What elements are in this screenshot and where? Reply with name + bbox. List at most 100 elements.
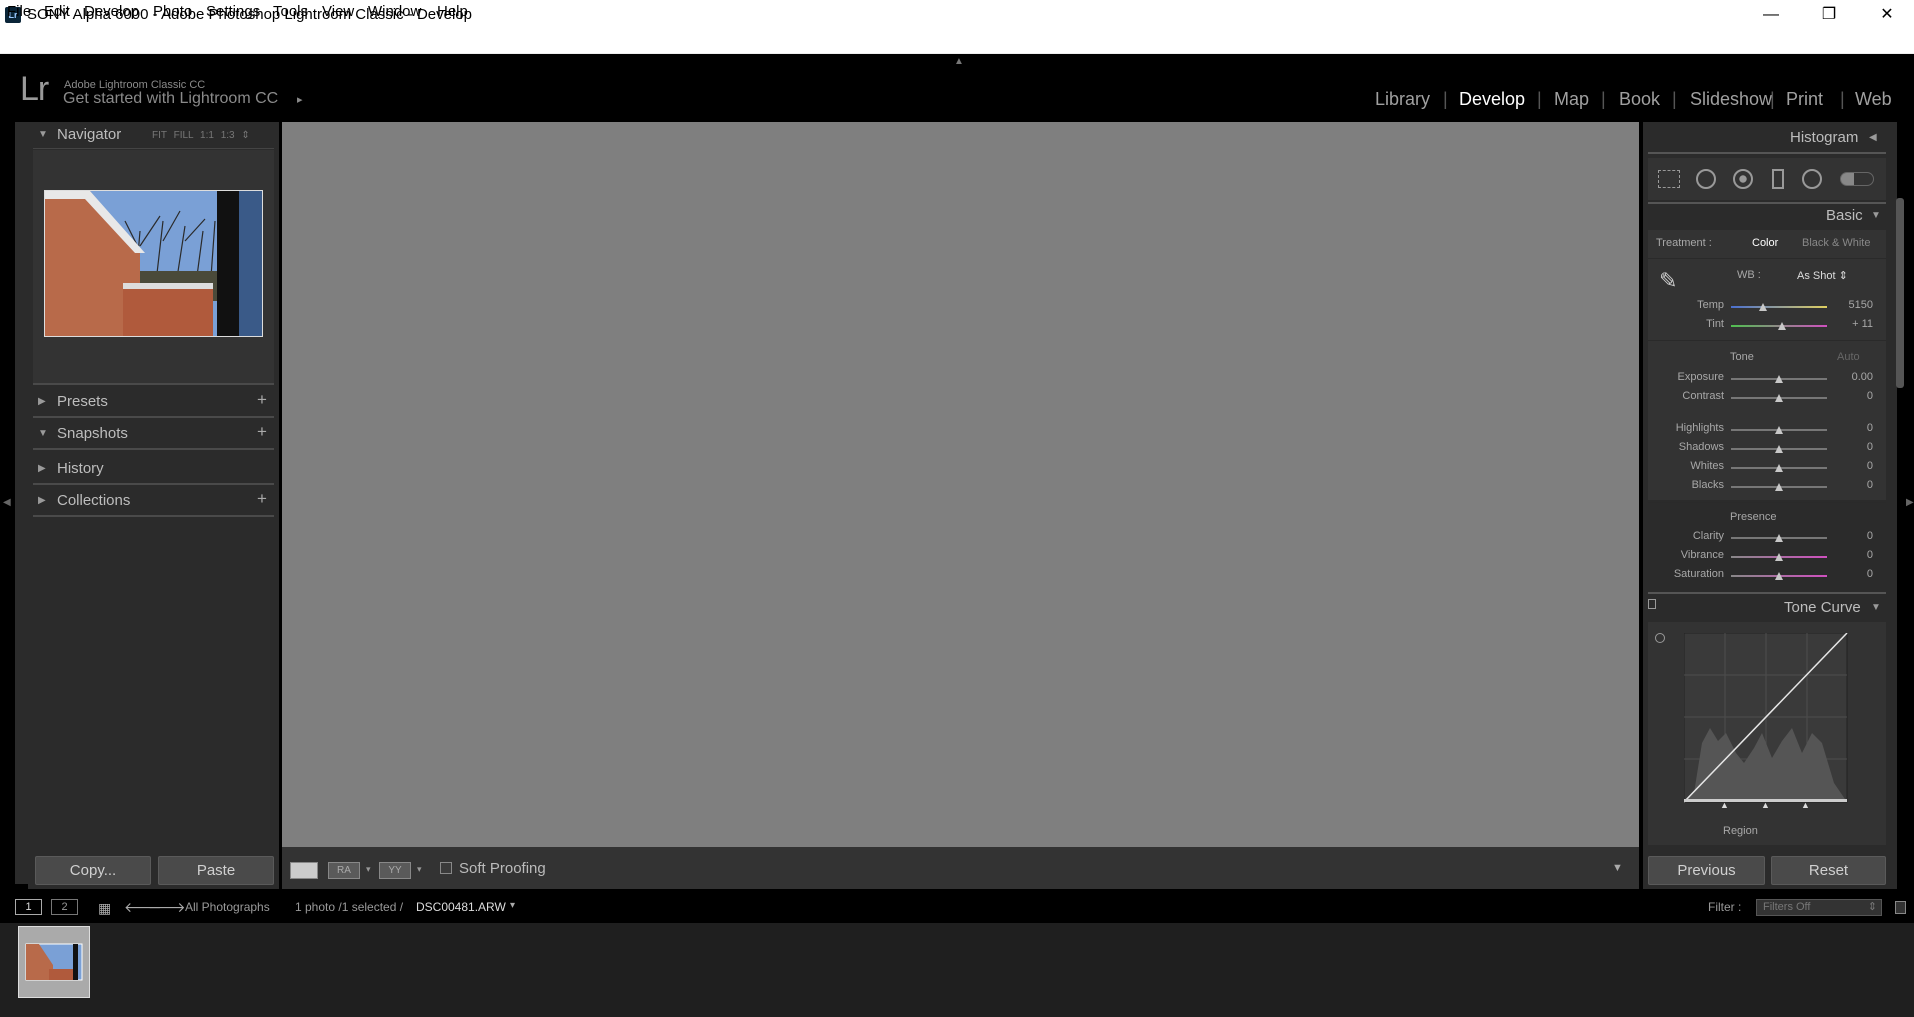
slider-value-highlights[interactable]: 0 xyxy=(1833,422,1873,434)
paste-settings-button[interactable]: Paste xyxy=(158,856,274,885)
module-print[interactable]: Print xyxy=(1786,89,1823,110)
presets-expand-icon[interactable]: ▶ xyxy=(38,396,46,407)
tone-curve-toggle-switch[interactable] xyxy=(1648,599,1656,609)
filmstrip-source[interactable]: All Photographs xyxy=(185,900,270,914)
module-web[interactable]: Web xyxy=(1855,89,1892,110)
menu-tools[interactable]: Tools xyxy=(273,3,308,20)
slider-handle-saturation[interactable] xyxy=(1775,572,1783,580)
slider-value-tint[interactable]: + 11 xyxy=(1833,318,1873,330)
collections-title[interactable]: Collections xyxy=(57,492,130,524)
selected-filename[interactable]: DSC00481.ARW xyxy=(416,900,506,914)
curve-split-handle-shadows[interactable]: ▲ xyxy=(1720,800,1729,810)
tone-curve-title[interactable]: Tone Curve xyxy=(1784,599,1861,616)
get-started-link[interactable]: Get started with Lightroom CC xyxy=(63,90,278,108)
treatment-bw-option[interactable]: Black & White xyxy=(1802,237,1870,249)
auto-tone-button[interactable]: Auto xyxy=(1837,351,1860,363)
filmstrip-thumbnail[interactable] xyxy=(18,926,90,998)
history-expand-icon[interactable]: ▶ xyxy=(38,463,46,474)
soft-proofing-checkbox[interactable] xyxy=(440,862,452,874)
wb-preset-select[interactable]: As Shot ⇕ xyxy=(1797,269,1848,282)
grid-view-icon[interactable]: ▦ xyxy=(98,900,111,917)
adjustment-brush-icon[interactable] xyxy=(1840,172,1874,186)
get-started-arrow-icon[interactable]: ▸ xyxy=(297,93,303,106)
copy-settings-button[interactable]: Copy... xyxy=(35,856,151,885)
loupe-view-icon[interactable] xyxy=(290,862,318,879)
filter-select[interactable]: Filters Off ⇕ xyxy=(1756,899,1882,916)
module-map[interactable]: Map xyxy=(1554,89,1589,110)
slider-value-contrast[interactable]: 0 xyxy=(1833,390,1873,402)
menu-settings[interactable]: Settings xyxy=(206,3,260,20)
slider-value-blacks[interactable]: 0 xyxy=(1833,479,1873,491)
left-panel-toggle-icon[interactable]: ◀ xyxy=(3,497,11,508)
module-book[interactable]: Book xyxy=(1619,89,1660,110)
collections-expand-icon[interactable]: ▶ xyxy=(38,495,46,506)
image-canvas[interactable] xyxy=(282,122,1639,847)
main-screen-button[interactable]: 1 xyxy=(15,899,42,915)
secondary-screen-button[interactable]: 2 xyxy=(51,899,78,915)
treatment-color-option[interactable]: Color xyxy=(1752,237,1778,249)
basic-title[interactable]: Basic xyxy=(1826,207,1863,224)
graduated-filter-icon[interactable] xyxy=(1772,169,1784,189)
reset-button[interactable]: Reset xyxy=(1771,856,1886,885)
histogram-collapse-icon[interactable]: ◀ xyxy=(1869,132,1877,143)
slider-handle-contrast[interactable] xyxy=(1775,394,1783,402)
close-button[interactable]: ✕ xyxy=(1858,0,1914,30)
right-panel-toggle-icon[interactable]: ▶ xyxy=(1906,497,1914,508)
slider-value-temp[interactable]: 5150 xyxy=(1833,299,1873,311)
slider-handle-temp[interactable] xyxy=(1758,303,1767,311)
red-eye-icon[interactable] xyxy=(1733,169,1753,189)
slider-value-whites[interactable]: 0 xyxy=(1833,460,1873,472)
tone-curve-collapse-icon[interactable]: ▼ xyxy=(1871,602,1881,613)
menu-develop[interactable]: Develop xyxy=(84,3,139,20)
add-snapshot-icon[interactable]: + xyxy=(257,422,267,442)
before-after-split-icon[interactable]: YY xyxy=(379,862,411,879)
curve-split-handle-highlights[interactable]: ▲ xyxy=(1801,800,1810,810)
before-after-view-icon[interactable]: RA xyxy=(328,862,360,879)
navigator-preview-image[interactable] xyxy=(44,190,263,337)
basic-collapse-icon[interactable]: ▼ xyxy=(1871,210,1881,221)
histogram-title[interactable]: Histogram xyxy=(1790,129,1858,146)
crop-tool-icon[interactable] xyxy=(1658,170,1680,188)
add-collection-icon[interactable]: + xyxy=(257,489,267,509)
targeted-adjustment-icon[interactable] xyxy=(1655,633,1665,643)
navigator-collapse-icon[interactable]: ▼ xyxy=(38,129,48,140)
snapshots-title[interactable]: Snapshots xyxy=(57,425,128,457)
white-balance-picker-icon[interactable]: ✎ xyxy=(1659,268,1687,296)
menu-window[interactable]: Window xyxy=(368,3,421,20)
slider-handle-clarity[interactable] xyxy=(1775,534,1783,542)
right-panel-scrollbar[interactable] xyxy=(1896,198,1904,388)
menu-file[interactable]: File xyxy=(7,3,31,20)
add-preset-icon[interactable]: + xyxy=(257,390,267,410)
module-slideshow[interactable]: Slideshow xyxy=(1690,89,1772,110)
history-title[interactable]: History xyxy=(57,460,104,492)
soft-proofing-label[interactable]: Soft Proofing xyxy=(459,860,546,877)
navigator-zoom-options[interactable]: FIT FILL 1:1 1:3 ⇕ xyxy=(152,130,250,141)
radial-filter-icon[interactable] xyxy=(1802,169,1822,189)
slider-handle-whites[interactable] xyxy=(1775,464,1783,472)
slider-handle-tint[interactable] xyxy=(1777,322,1786,330)
tone-curve-graph[interactable] xyxy=(1684,633,1849,805)
forward-arrow-icon[interactable]: 🡒 xyxy=(148,899,186,916)
slider-handle-blacks[interactable] xyxy=(1775,483,1783,491)
slider-handle-shadows[interactable] xyxy=(1775,445,1783,453)
slider-value-clarity[interactable]: 0 xyxy=(1833,530,1873,542)
menu-help[interactable]: Help xyxy=(437,3,468,20)
menu-edit[interactable]: Edit xyxy=(44,3,70,20)
filter-lock-icon[interactable] xyxy=(1895,901,1906,914)
slider-value-vibrance[interactable]: 0 xyxy=(1833,549,1873,561)
module-library[interactable]: Library xyxy=(1375,89,1430,110)
maximize-button[interactable]: ❐ xyxy=(1800,0,1858,30)
split-dropdown-icon[interactable]: ▾ xyxy=(417,864,422,875)
spot-removal-icon[interactable] xyxy=(1696,169,1716,189)
slider-value-shadows[interactable]: 0 xyxy=(1833,441,1873,453)
curve-split-handle-midtones[interactable]: ▲ xyxy=(1761,800,1770,810)
module-develop[interactable]: Develop xyxy=(1459,89,1525,110)
menu-photo[interactable]: Photo xyxy=(153,3,192,20)
filename-dropdown-icon[interactable]: ▾ xyxy=(510,900,515,911)
toolbar-options-dropdown-icon[interactable]: ▼ xyxy=(1612,862,1623,874)
slider-track-temp[interactable] xyxy=(1731,306,1827,308)
slider-handle-vibrance[interactable] xyxy=(1775,553,1783,561)
menu-view[interactable]: View xyxy=(322,3,354,20)
before-after-dropdown-icon[interactable]: ▾ xyxy=(366,864,371,875)
previous-button[interactable]: Previous xyxy=(1648,856,1765,885)
